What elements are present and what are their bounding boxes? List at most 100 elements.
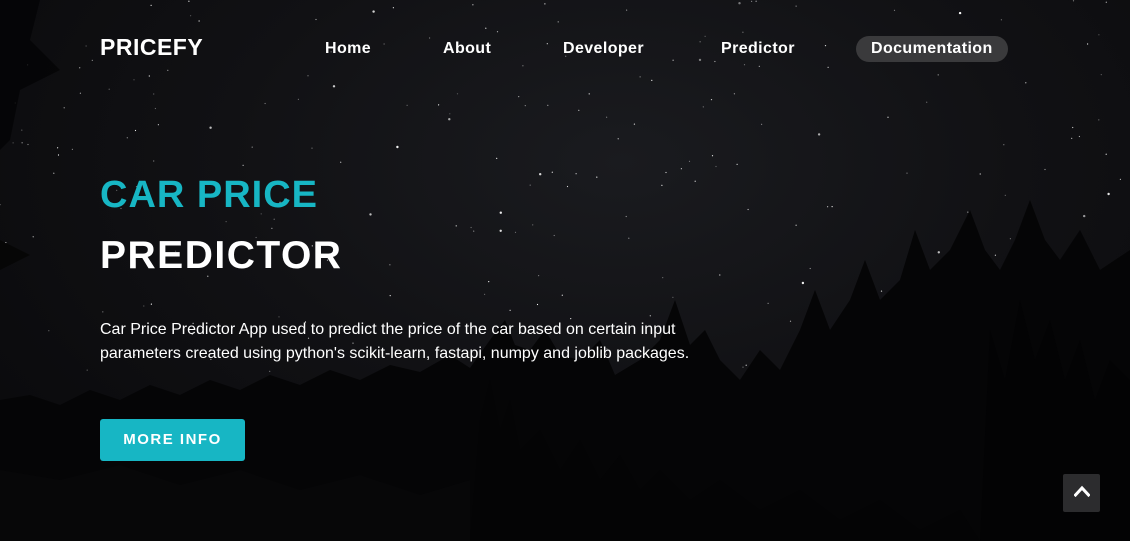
star <box>719 274 721 276</box>
star <box>456 93 459 95</box>
star <box>672 296 674 298</box>
star <box>738 2 741 5</box>
star <box>372 10 375 13</box>
star <box>827 66 829 68</box>
star <box>369 213 372 216</box>
star <box>32 236 34 238</box>
star <box>639 76 641 78</box>
star <box>628 237 630 239</box>
nav-item-developer[interactable]: Developer <box>563 36 644 62</box>
hero-title-line2: PREDICTOR <box>100 234 343 277</box>
star <box>1000 19 1003 21</box>
star <box>547 104 549 106</box>
star <box>79 92 81 94</box>
star <box>551 171 553 173</box>
star <box>484 293 486 295</box>
star <box>154 107 156 110</box>
nav-item-home[interactable]: Home <box>325 36 371 62</box>
star <box>148 75 150 77</box>
more-info-button[interactable]: MORE INFO <box>100 419 245 461</box>
star <box>438 104 440 106</box>
star <box>1009 238 1012 240</box>
star <box>57 147 59 149</box>
star <box>269 370 271 372</box>
star <box>488 281 490 283</box>
star <box>1025 82 1027 84</box>
star <box>524 105 526 107</box>
star <box>297 98 299 100</box>
star <box>1100 74 1102 76</box>
star <box>761 123 763 125</box>
star <box>958 11 962 15</box>
star <box>1105 1 1107 3</box>
star <box>273 218 275 220</box>
star <box>53 172 55 174</box>
star <box>926 101 928 103</box>
star <box>906 172 908 174</box>
star <box>389 295 391 297</box>
star <box>126 137 128 139</box>
star <box>21 129 23 131</box>
star <box>789 320 792 322</box>
star <box>1072 126 1074 129</box>
star <box>311 147 313 149</box>
star <box>831 206 833 208</box>
star <box>1078 135 1080 138</box>
star <box>71 148 73 150</box>
star <box>150 303 152 305</box>
star <box>661 184 663 186</box>
star <box>710 99 713 101</box>
star <box>575 173 577 175</box>
scroll-to-top-button[interactable] <box>1063 474 1100 512</box>
star <box>251 146 253 148</box>
star <box>389 264 391 266</box>
star <box>827 206 829 208</box>
star <box>153 93 155 95</box>
star <box>332 85 336 88</box>
nav-item-documentation[interactable]: Documentation <box>856 36 1008 62</box>
star <box>21 142 23 144</box>
star <box>544 3 546 5</box>
star <box>448 118 451 121</box>
main-nav: Home About Developer Predictor Documenta… <box>0 36 1130 62</box>
star <box>795 224 797 226</box>
star <box>539 173 542 176</box>
star <box>396 145 399 149</box>
star <box>209 126 212 129</box>
star <box>271 227 273 229</box>
star <box>994 254 997 256</box>
star <box>566 185 569 188</box>
star <box>751 0 753 2</box>
chevron-up-icon <box>1073 485 1090 497</box>
star <box>880 290 883 292</box>
hero-description: Car Price Predictor App used to predict … <box>100 321 690 362</box>
star <box>496 157 498 159</box>
nav-item-about[interactable]: About <box>443 36 491 62</box>
star <box>747 208 749 211</box>
star <box>509 309 511 311</box>
star <box>651 79 653 81</box>
page: PRICEFY Home About Developer Predictor D… <box>0 0 1130 541</box>
star <box>1072 0 1075 2</box>
star <box>63 107 65 109</box>
star <box>743 64 746 66</box>
star <box>264 102 266 105</box>
nav-item-predictor[interactable]: Predictor <box>721 36 795 62</box>
star <box>665 171 667 174</box>
star <box>979 173 981 175</box>
star <box>522 65 524 67</box>
star <box>887 116 889 118</box>
star <box>190 15 192 17</box>
star <box>307 75 309 77</box>
star <box>79 67 81 69</box>
star <box>102 311 104 313</box>
star <box>1098 119 1100 121</box>
star <box>157 124 159 126</box>
star <box>86 369 88 371</box>
star <box>133 79 135 81</box>
star <box>0 204 1 206</box>
star <box>742 31 744 33</box>
star <box>198 20 200 22</box>
star <box>626 9 628 11</box>
star <box>680 168 683 170</box>
